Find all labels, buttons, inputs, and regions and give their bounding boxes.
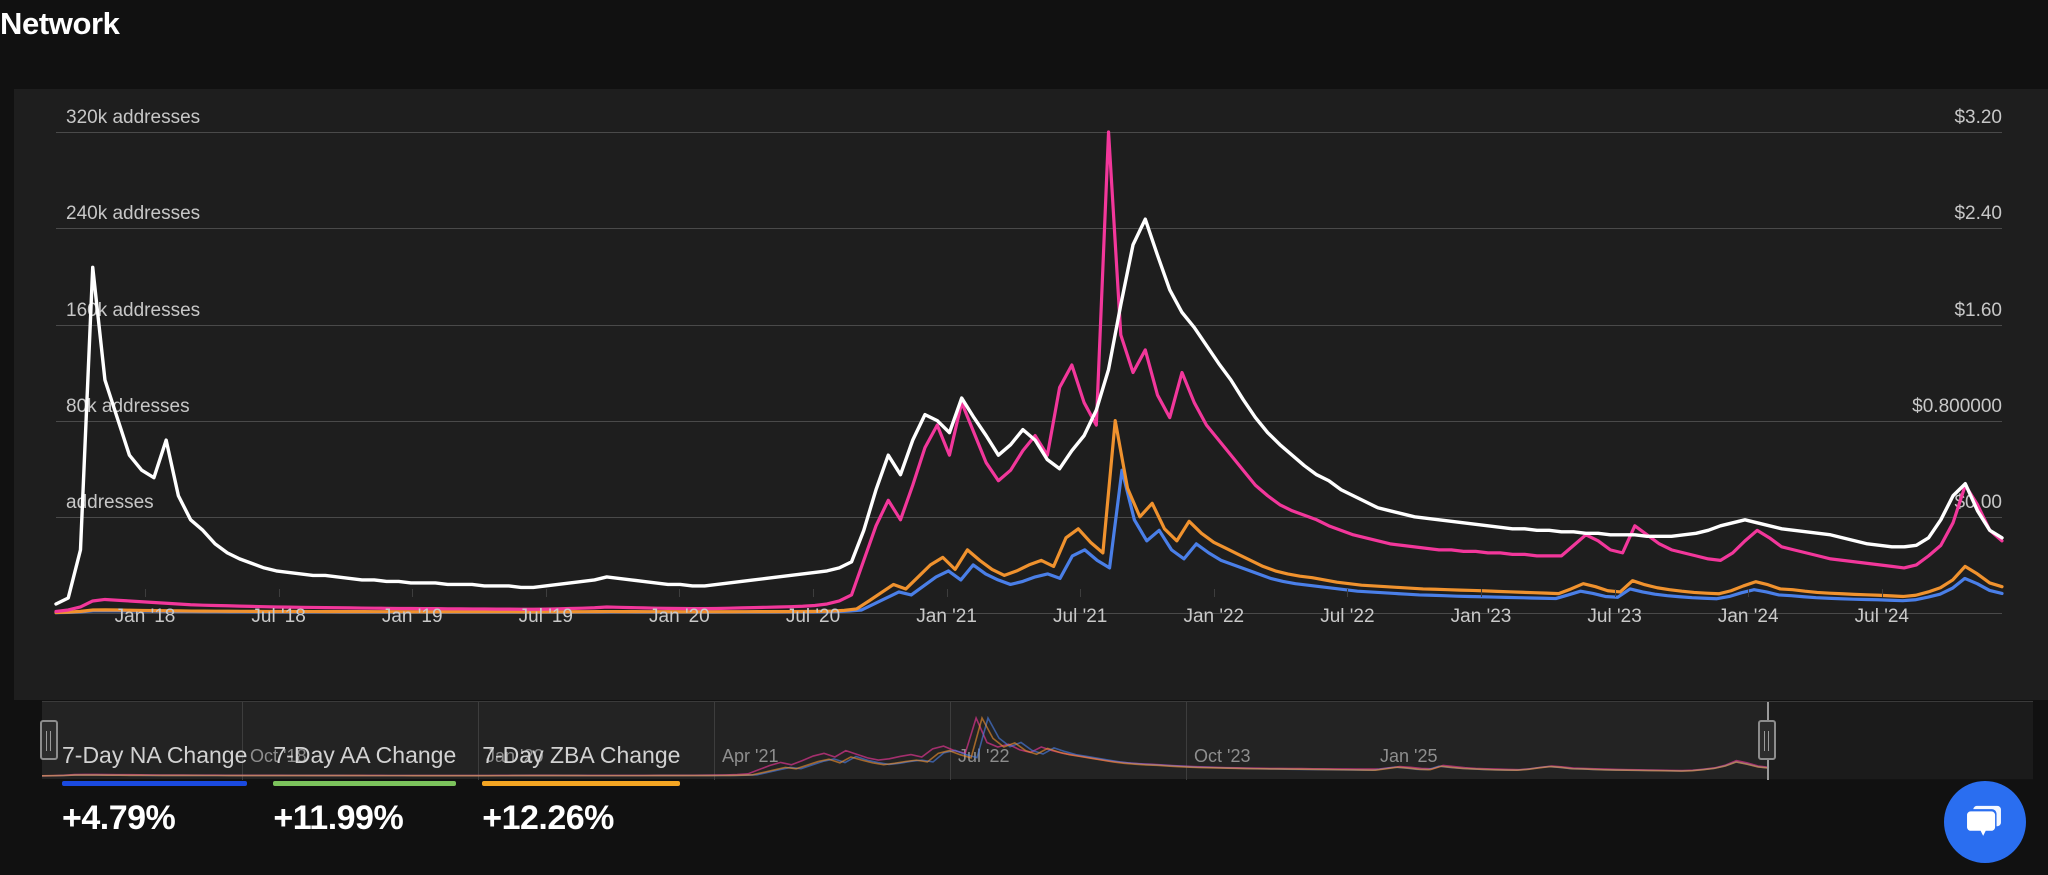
stat-color-rule	[62, 781, 248, 786]
stat-label: 7-Day NA Change	[62, 742, 248, 768]
page-title: Network	[0, 6, 120, 41]
series-line	[54, 130, 2004, 614]
stat-value: +11.99%	[273, 799, 404, 837]
chart-plot-area[interactable]: 320k addresses 240k addresses 160k address…	[14, 89, 2048, 615]
stats-row: 7-Day NA Change +4.79% 7-Day AA Change +11.…	[62, 740, 681, 838]
x-axis-tick	[278, 589, 280, 597]
x-axis-tick-label: Jan '23	[1450, 606, 1512, 627]
x-axis-tick-label: Jul '22	[1320, 606, 1375, 627]
x-axis-tick-label: Jan '22	[1183, 606, 1245, 627]
x-axis-tick	[412, 589, 414, 597]
drag-handle-left[interactable]	[40, 720, 58, 760]
x-axis-tick-label: Jul '20	[785, 606, 841, 627]
x-axis-tick	[1213, 589, 1215, 597]
x-axis-tick	[813, 589, 814, 597]
x-axis-tick-label: Jan '21	[916, 606, 977, 627]
drag-handle-right[interactable]	[1758, 720, 1776, 760]
network-chart-panel[interactable]: 320k addresses 240k addresses 160k address…	[14, 89, 2048, 780]
stat-color-rule	[273, 781, 457, 786]
x-axis-tick	[545, 589, 547, 597]
x-axis-tick-label: Jan '20	[649, 606, 710, 627]
x-axis-tick-label: Jul '19	[518, 606, 573, 627]
stat-card[interactable]: 7-Day ZBA Change +12.26%	[482, 740, 681, 838]
x-axis-tick	[1614, 589, 1616, 597]
chat-bubble-icon	[1967, 805, 2001, 836]
stat-value: +4.79%	[62, 799, 176, 837]
x-axis-tick-label: Jul '24	[1854, 606, 1909, 627]
stat-color-rule	[482, 781, 681, 786]
x-axis: Jan '18 Jul '18 Jan '19 Jul '19 Jan '20 Jul '…	[14, 589, 2048, 659]
x-axis-tick	[1347, 589, 1349, 597]
stat-label: 7-Day AA Change	[273, 742, 457, 768]
x-axis-tick	[145, 589, 146, 597]
x-axis-tick-label: Jul '23	[1587, 606, 1642, 627]
series-line	[54, 419, 2004, 615]
stat-card[interactable]: 7-Day NA Change +4.79%	[62, 740, 248, 838]
stat-value: +12.26%	[482, 799, 614, 837]
x-axis-tick	[946, 589, 948, 597]
page-root: Network 320k addresses 240k addresses 160k…	[0, 0, 2048, 875]
x-axis-tick	[1080, 589, 1082, 597]
x-axis-tick-label: Jul '21	[1053, 606, 1108, 627]
chart-series-lines	[54, 130, 2004, 615]
series-line	[54, 217, 2004, 606]
x-axis-tick-label: Jul '18	[251, 606, 306, 627]
stat-label: 7-Day ZBA Change	[482, 742, 681, 768]
x-axis-tick	[1481, 589, 1482, 597]
stat-card[interactable]: 7-Day AA Change +11.99%	[273, 740, 457, 838]
page-header: Network	[0, 0, 2048, 89]
x-axis-tick	[1748, 589, 1750, 597]
x-axis-tick	[679, 589, 681, 597]
x-axis-tick-label: Jan '19	[381, 606, 443, 627]
x-axis-tick-label: Jan '24	[1717, 606, 1779, 627]
x-axis-tick	[1881, 589, 1883, 597]
chat-widget-button[interactable]	[1944, 781, 2026, 863]
x-axis-tick-label: Jan '18	[114, 606, 176, 627]
